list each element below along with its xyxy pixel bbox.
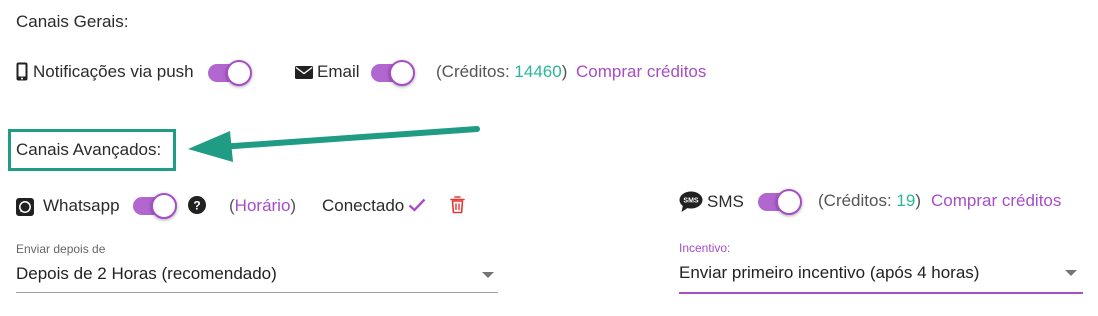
annotation-arrow [188, 126, 480, 162]
svg-text:?: ? [193, 199, 200, 213]
send-after-value: Depois de 2 Horas (recomendado) [16, 264, 277, 283]
incentive-select[interactable]: Enviar primeiro incentivo (após 4 horas) [679, 256, 1083, 296]
send-after-label: Enviar depois de [16, 242, 106, 256]
incentive-label: Incentivo: [679, 241, 731, 255]
email-toggle[interactable] [371, 60, 415, 86]
push-label: Notificações via push [33, 62, 194, 81]
select-underline-active [679, 292, 1083, 294]
incentive-value: Enviar primeiro incentivo (após 4 horas) [679, 263, 980, 282]
trash-icon[interactable] [450, 196, 465, 214]
envelope-icon [295, 66, 313, 79]
email-label: Email [317, 62, 360, 81]
whatsapp-schedule: (Horário) [229, 196, 296, 216]
chevron-down-icon [482, 272, 494, 278]
credits-prefix: (Créditos: [818, 191, 897, 210]
email-credits: (Créditos: 14460) [436, 62, 567, 82]
schedule-close: ) [290, 196, 297, 215]
sms-label: SMS [707, 192, 744, 211]
toggle-knob [226, 60, 252, 86]
credits-suffix: ) [561, 62, 568, 81]
whatsapp-status: Conectado [322, 196, 405, 215]
toggle-knob [151, 193, 177, 219]
push-toggle[interactable] [208, 60, 252, 86]
credits-prefix: (Créditos: [436, 62, 515, 81]
chevron-down-icon [1065, 270, 1077, 276]
whatsapp-label: Whatsapp [43, 196, 120, 215]
credits-suffix: ) [915, 191, 922, 210]
sms-bubble-icon: SMS [679, 191, 703, 213]
credits-value: 14460 [514, 62, 562, 81]
checkmark-icon [408, 198, 426, 212]
select-underline [16, 292, 498, 293]
sms-credits: (Créditos: 19) [818, 191, 921, 211]
buy-sms-credits-link[interactable]: Comprar créditos [931, 191, 1061, 211]
sms-toggle[interactable] [758, 189, 802, 215]
svg-text:SMS: SMS [683, 198, 699, 205]
send-after-select[interactable]: Depois de 2 Horas (recomendado) [16, 256, 498, 294]
schedule-link[interactable]: Horário [235, 196, 291, 215]
whatsapp-toggle[interactable] [133, 193, 177, 219]
credits-value: 19 [896, 191, 916, 210]
toggle-knob [389, 60, 415, 86]
whatsapp-icon [16, 198, 34, 216]
mobile-phone-icon [16, 62, 28, 81]
advanced-channels-title: Canais Avançados: [16, 140, 162, 159]
buy-credits-link[interactable]: Comprar créditos [576, 62, 706, 82]
general-channels-title: Canais Gerais: [16, 12, 129, 31]
toggle-knob [776, 189, 802, 215]
question-circle-icon[interactable]: ? [188, 196, 206, 214]
